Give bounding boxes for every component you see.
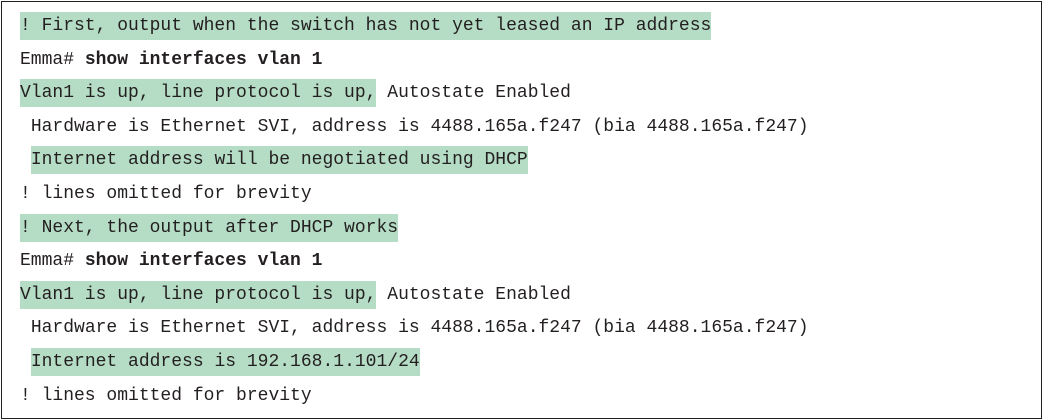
output-line: Internet address is 192.168.1.101/24 — [20, 346, 809, 380]
comment-line: ! lines omitted for brevity — [20, 380, 809, 414]
output-line: Internet address will be negotiated usin… — [20, 144, 809, 178]
comment-line: ! lines omitted for brevity — [20, 178, 809, 212]
highlighted-text: Internet address will be negotiated usin… — [30, 146, 528, 175]
cli-prompt: Emma# — [20, 251, 85, 272]
output-line: Vlan1 is up, line protocol is up, Autost… — [20, 279, 809, 313]
output-text: ! lines omitted for brevity — [20, 385, 312, 406]
cli-command: show interfaces vlan 1 — [84, 251, 323, 272]
code-listing-box: ! First, output when the switch has not … — [1, 1, 1042, 419]
output-line: Hardware is Ethernet SVI, address is 448… — [20, 312, 809, 346]
highlighted-text: Vlan1 is up, line protocol is up, — [20, 280, 377, 309]
comment-line: ! Next, the output after DHCP works — [20, 212, 809, 246]
cli-prompt: Emma# — [20, 49, 85, 70]
output-line: Hardware is Ethernet SVI, address is 448… — [20, 111, 809, 145]
comment-line: ! First, output when the switch has not … — [20, 10, 809, 44]
highlighted-text: ! First, output when the switch has not … — [20, 12, 712, 40]
command-line: Emma# show interfaces vlan 1 — [20, 245, 809, 279]
output-text: Autostate Enabled — [376, 83, 571, 104]
highlighted-text: Internet address is 192.168.1.101/24 — [30, 347, 420, 376]
output-text: ! lines omitted for brevity — [20, 183, 312, 204]
code-block: ! First, output when the switch has not … — [20, 10, 809, 413]
output-text: Autostate Enabled — [376, 284, 571, 305]
output-line: Vlan1 is up, line protocol is up, Autost… — [20, 77, 809, 111]
cli-command: show interfaces vlan 1 — [84, 49, 323, 70]
highlighted-text: Vlan1 is up, line protocol is up, — [20, 79, 377, 108]
output-text: Hardware is Ethernet SVI, address is 448… — [30, 318, 809, 339]
highlighted-text: ! Next, the output after DHCP works — [20, 213, 399, 242]
output-text: Hardware is Ethernet SVI, address is 448… — [30, 116, 809, 137]
command-line: Emma# show interfaces vlan 1 — [20, 44, 809, 78]
